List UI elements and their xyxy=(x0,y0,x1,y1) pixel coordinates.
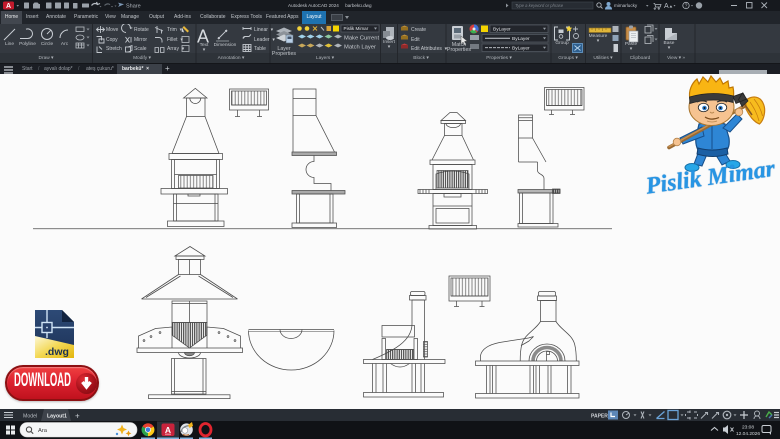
svg-text:ByLayer: ByLayer xyxy=(512,36,530,42)
svg-text:ByLayer: ByLayer xyxy=(493,27,511,33)
svg-text:.dwg: .dwg xyxy=(45,346,69,358)
svg-text:Share: Share xyxy=(126,4,141,10)
svg-text:A: A xyxy=(664,3,669,10)
svg-text:Make Current: Make Current xyxy=(344,36,380,42)
svg-text:Match Layer: Match Layer xyxy=(344,45,376,51)
svg-text:Layout1: Layout1 xyxy=(47,413,67,419)
svg-text:?: ? xyxy=(685,4,688,10)
svg-text:mimarlucky: mimarlucky xyxy=(614,3,638,8)
svg-text:+: + xyxy=(75,412,80,421)
svg-text:Ara: Ara xyxy=(38,428,48,434)
svg-text:12.04.2026: 12.04.2026 xyxy=(736,431,760,437)
svg-text:Autodesk AutoCAD 2024 barb: Autodesk AutoCAD 2024 barbekü.dwg xyxy=(288,3,372,8)
svg-text:Type a keyword or phrase: Type a keyword or phrase xyxy=(515,3,564,8)
svg-text:23:08: 23:08 xyxy=(742,425,754,431)
svg-text:ByLayer: ByLayer xyxy=(512,46,530,52)
svg-text:Pislik Mimar: Pislik Mimar xyxy=(344,26,369,31)
svg-text:Model: Model xyxy=(23,413,37,419)
svg-text:A: A xyxy=(6,3,11,10)
svg-text:PAPER: PAPER xyxy=(591,413,608,419)
